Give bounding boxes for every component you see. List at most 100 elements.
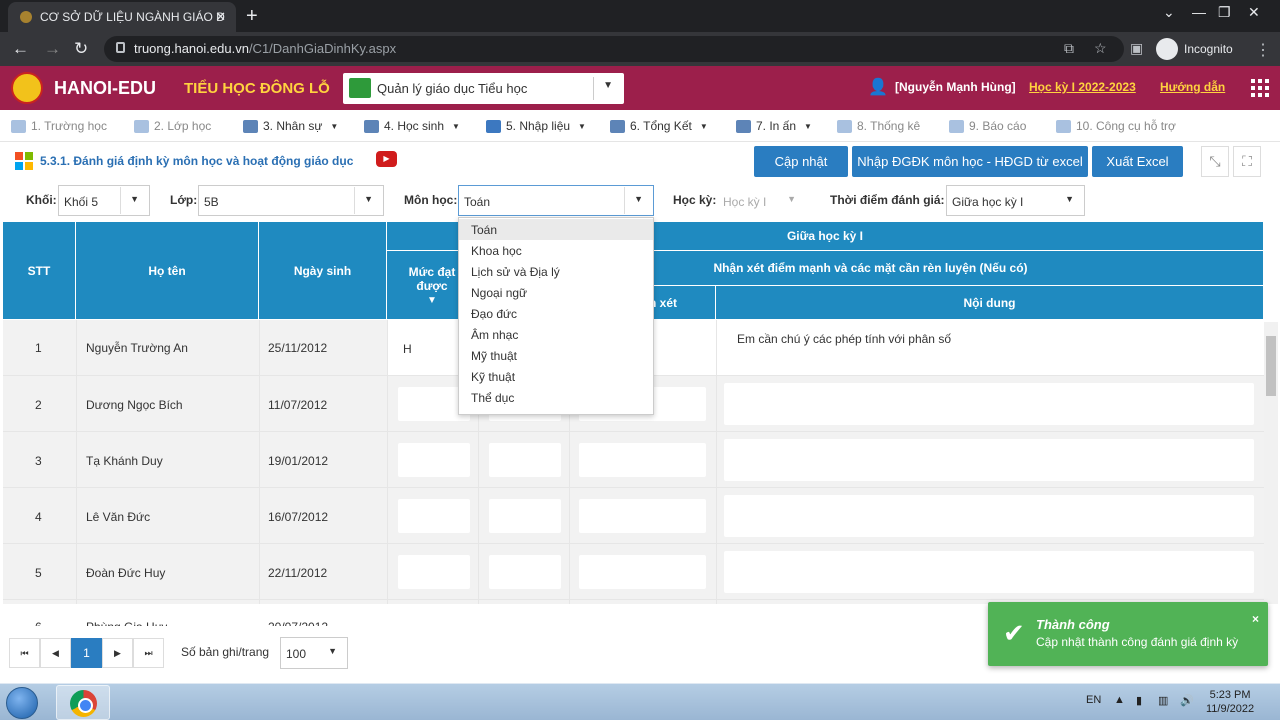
per-page-select[interactable]: 100 ▼ <box>280 637 348 669</box>
subject-option[interactable]: Lịch sử và Địa lý <box>459 261 653 282</box>
row-comment-input[interactable] <box>579 555 706 589</box>
row-level-input[interactable] <box>398 443 470 477</box>
new-tab-icon[interactable]: + <box>246 5 258 28</box>
menu-print[interactable]: 7. In ấn ▼ <box>736 119 812 133</box>
row-content-input[interactable] <box>724 495 1254 537</box>
brand-name[interactable]: HANOI-EDU <box>54 78 156 99</box>
first-page-icon[interactable]: ⏮ <box>9 638 40 668</box>
translate-icon[interactable]: ⧉ <box>1064 40 1074 57</box>
last-page-icon[interactable]: ⏭ <box>133 638 164 668</box>
volume-icon[interactable]: 🔊 <box>1180 694 1194 707</box>
row-stt: 5 <box>35 566 42 580</box>
prev-page-icon[interactable]: ◀ <box>40 638 71 668</box>
row-content-input[interactable] <box>724 551 1254 593</box>
side-panel-icon[interactable]: ▣ <box>1130 40 1143 57</box>
subject-option[interactable]: Thể dục <box>459 387 653 408</box>
user-name[interactable]: [Nguyễn Mạnh Hùng] <box>895 80 1016 94</box>
menu-students[interactable]: 4. Học sinh ▼ <box>364 119 460 133</box>
row-stt: 2 <box>35 398 42 412</box>
subject-option[interactable]: Toán <box>459 219 653 240</box>
start-button[interactable] <box>6 687 38 719</box>
guide-link[interactable]: Hướng dẫn <box>1160 80 1225 94</box>
battery-icon[interactable]: ▮ <box>1136 694 1142 707</box>
network-icon[interactable]: ▥ <box>1158 694 1168 707</box>
row-comment-input[interactable] <box>489 443 561 477</box>
subject-select[interactable]: Toán ▼ <box>458 185 654 216</box>
row-dob: 16/07/2012 <box>268 510 329 524</box>
col-header-content[interactable]: Nội dung <box>716 286 1264 320</box>
assessment-time-select[interactable]: Giữa học kỳ I ▼ <box>946 185 1085 216</box>
subject-option[interactable]: Mỹ thuật <box>459 345 653 366</box>
caret-down-icon: ▼ <box>330 121 339 131</box>
chevron-down-icon: ▼ <box>1065 194 1074 204</box>
import-excel-button[interactable]: Nhập ĐGĐK môn học - HĐGD từ excel <box>852 146 1088 177</box>
browser-menu-icon[interactable]: ⋮ <box>1255 40 1271 60</box>
menu-summary[interactable]: 6. Tổng Kết ▼ <box>610 119 708 133</box>
app-grid-icon[interactable] <box>1251 79 1269 97</box>
row-name: Phùng Gia Huy <box>86 620 167 626</box>
table-scrollbar[interactable] <box>1264 322 1278 604</box>
incognito-profile[interactable]: Incognito <box>1156 38 1233 60</box>
printer-icon <box>736 119 751 133</box>
tray-expand-icon[interactable]: ▲ <box>1114 694 1125 706</box>
chevron-down-icon[interactable]: ▼ <box>603 80 613 91</box>
row-comment-input[interactable] <box>489 499 561 533</box>
fullscreen-icon[interactable]: ⛶ <box>1233 146 1261 177</box>
row-dob: 22/11/2012 <box>268 566 328 580</box>
youtube-icon[interactable]: ▶ <box>376 151 397 167</box>
menu-school[interactable]: 1. Trường học <box>11 119 107 133</box>
menu-class[interactable]: 2. Lớp học <box>134 119 211 133</box>
semester-link[interactable]: Học kỳ I 2022-2023 <box>1029 80 1136 94</box>
term-select[interactable]: Học kỳ I ▼ <box>717 185 807 216</box>
row-level-input[interactable] <box>398 555 470 589</box>
menu-reports[interactable]: 9. Báo cáo <box>949 119 1026 133</box>
system-clock[interactable]: 5:23 PM 11/9/2022 <box>1206 688 1254 716</box>
sort-down-icon[interactable]: ▼ <box>427 295 437 306</box>
grade-select[interactable]: Khối 5 ▼ <box>58 185 150 216</box>
row-level-input[interactable]: H <box>403 342 412 356</box>
toast-close-icon[interactable]: × <box>1252 612 1259 626</box>
menu-staff[interactable]: 3. Nhân sự ▼ <box>243 119 338 133</box>
collapse-icon[interactable]: ⤡ <box>1201 146 1229 177</box>
row-content-input[interactable] <box>724 383 1254 425</box>
row-comment-input[interactable] <box>489 555 561 589</box>
close-window-icon[interactable]: ✕ <box>1248 4 1260 21</box>
subject-option[interactable]: Kỹ thuật <box>459 366 653 387</box>
class-select[interactable]: 5B ▼ <box>198 185 384 216</box>
students-icon <box>364 119 379 133</box>
col-header-stt[interactable]: STT <box>3 222 76 320</box>
restore-icon[interactable]: ❐ <box>1218 4 1231 21</box>
subject-option[interactable]: Âm nhạc <box>459 324 653 345</box>
page-number-current[interactable]: 1 <box>71 638 102 668</box>
menu-statistics[interactable]: 8. Thống kê <box>837 119 920 133</box>
export-excel-button[interactable]: Xuất Excel <box>1092 146 1183 177</box>
close-tab-icon[interactable]: ✕ <box>215 9 226 25</box>
minimize-icon[interactable]: — <box>1192 4 1206 20</box>
url-bar[interactable]: truong.hanoi.edu.vn/C1/DanhGiaDinhKy.asp… <box>104 36 1124 62</box>
row-level-input[interactable] <box>398 499 470 533</box>
row-comment-input[interactable] <box>579 499 706 533</box>
module-select[interactable]: Quản lý giáo dục Tiểu học ▼ <box>343 73 624 104</box>
update-button[interactable]: Cập nhật <box>754 146 848 177</box>
row-content-input[interactable] <box>724 439 1254 481</box>
back-icon[interactable]: ← <box>12 39 29 59</box>
toast-message: Cập nhật thành công đánh giá định kỳ <box>1036 635 1239 649</box>
scrollbar-thumb[interactable] <box>1266 336 1276 396</box>
col-header-dob[interactable]: Ngày sinh <box>259 222 387 320</box>
browser-tab[interactable]: CƠ SỞ DỮ LIỆU NGÀNH GIÁO D ✕ <box>8 2 236 32</box>
subject-option[interactable]: Khoa học <box>459 240 653 261</box>
col-header-name[interactable]: Họ tên <box>76 222 259 320</box>
tab-search-icon[interactable]: ⌄ <box>1163 4 1175 21</box>
forward-icon[interactable]: → <box>44 39 61 59</box>
reload-icon[interactable]: ↻ <box>74 39 88 59</box>
input-language[interactable]: EN <box>1086 694 1101 706</box>
menu-data-entry[interactable]: 5. Nhập liệu ▼ <box>486 119 586 133</box>
bookmark-star-icon[interactable]: ☆ <box>1094 40 1107 57</box>
row-content-input[interactable]: Em cần chú ý các phép tính với phân số <box>737 332 951 346</box>
chrome-taskbar-button[interactable] <box>56 685 110 720</box>
next-page-icon[interactable]: ▶ <box>102 638 133 668</box>
menu-tools[interactable]: 10. Công cụ hỗ trợ <box>1056 119 1176 133</box>
subject-option[interactable]: Đạo đức <box>459 303 653 324</box>
row-comment-input[interactable] <box>579 443 706 477</box>
subject-option[interactable]: Ngoại ngữ <box>459 282 653 303</box>
